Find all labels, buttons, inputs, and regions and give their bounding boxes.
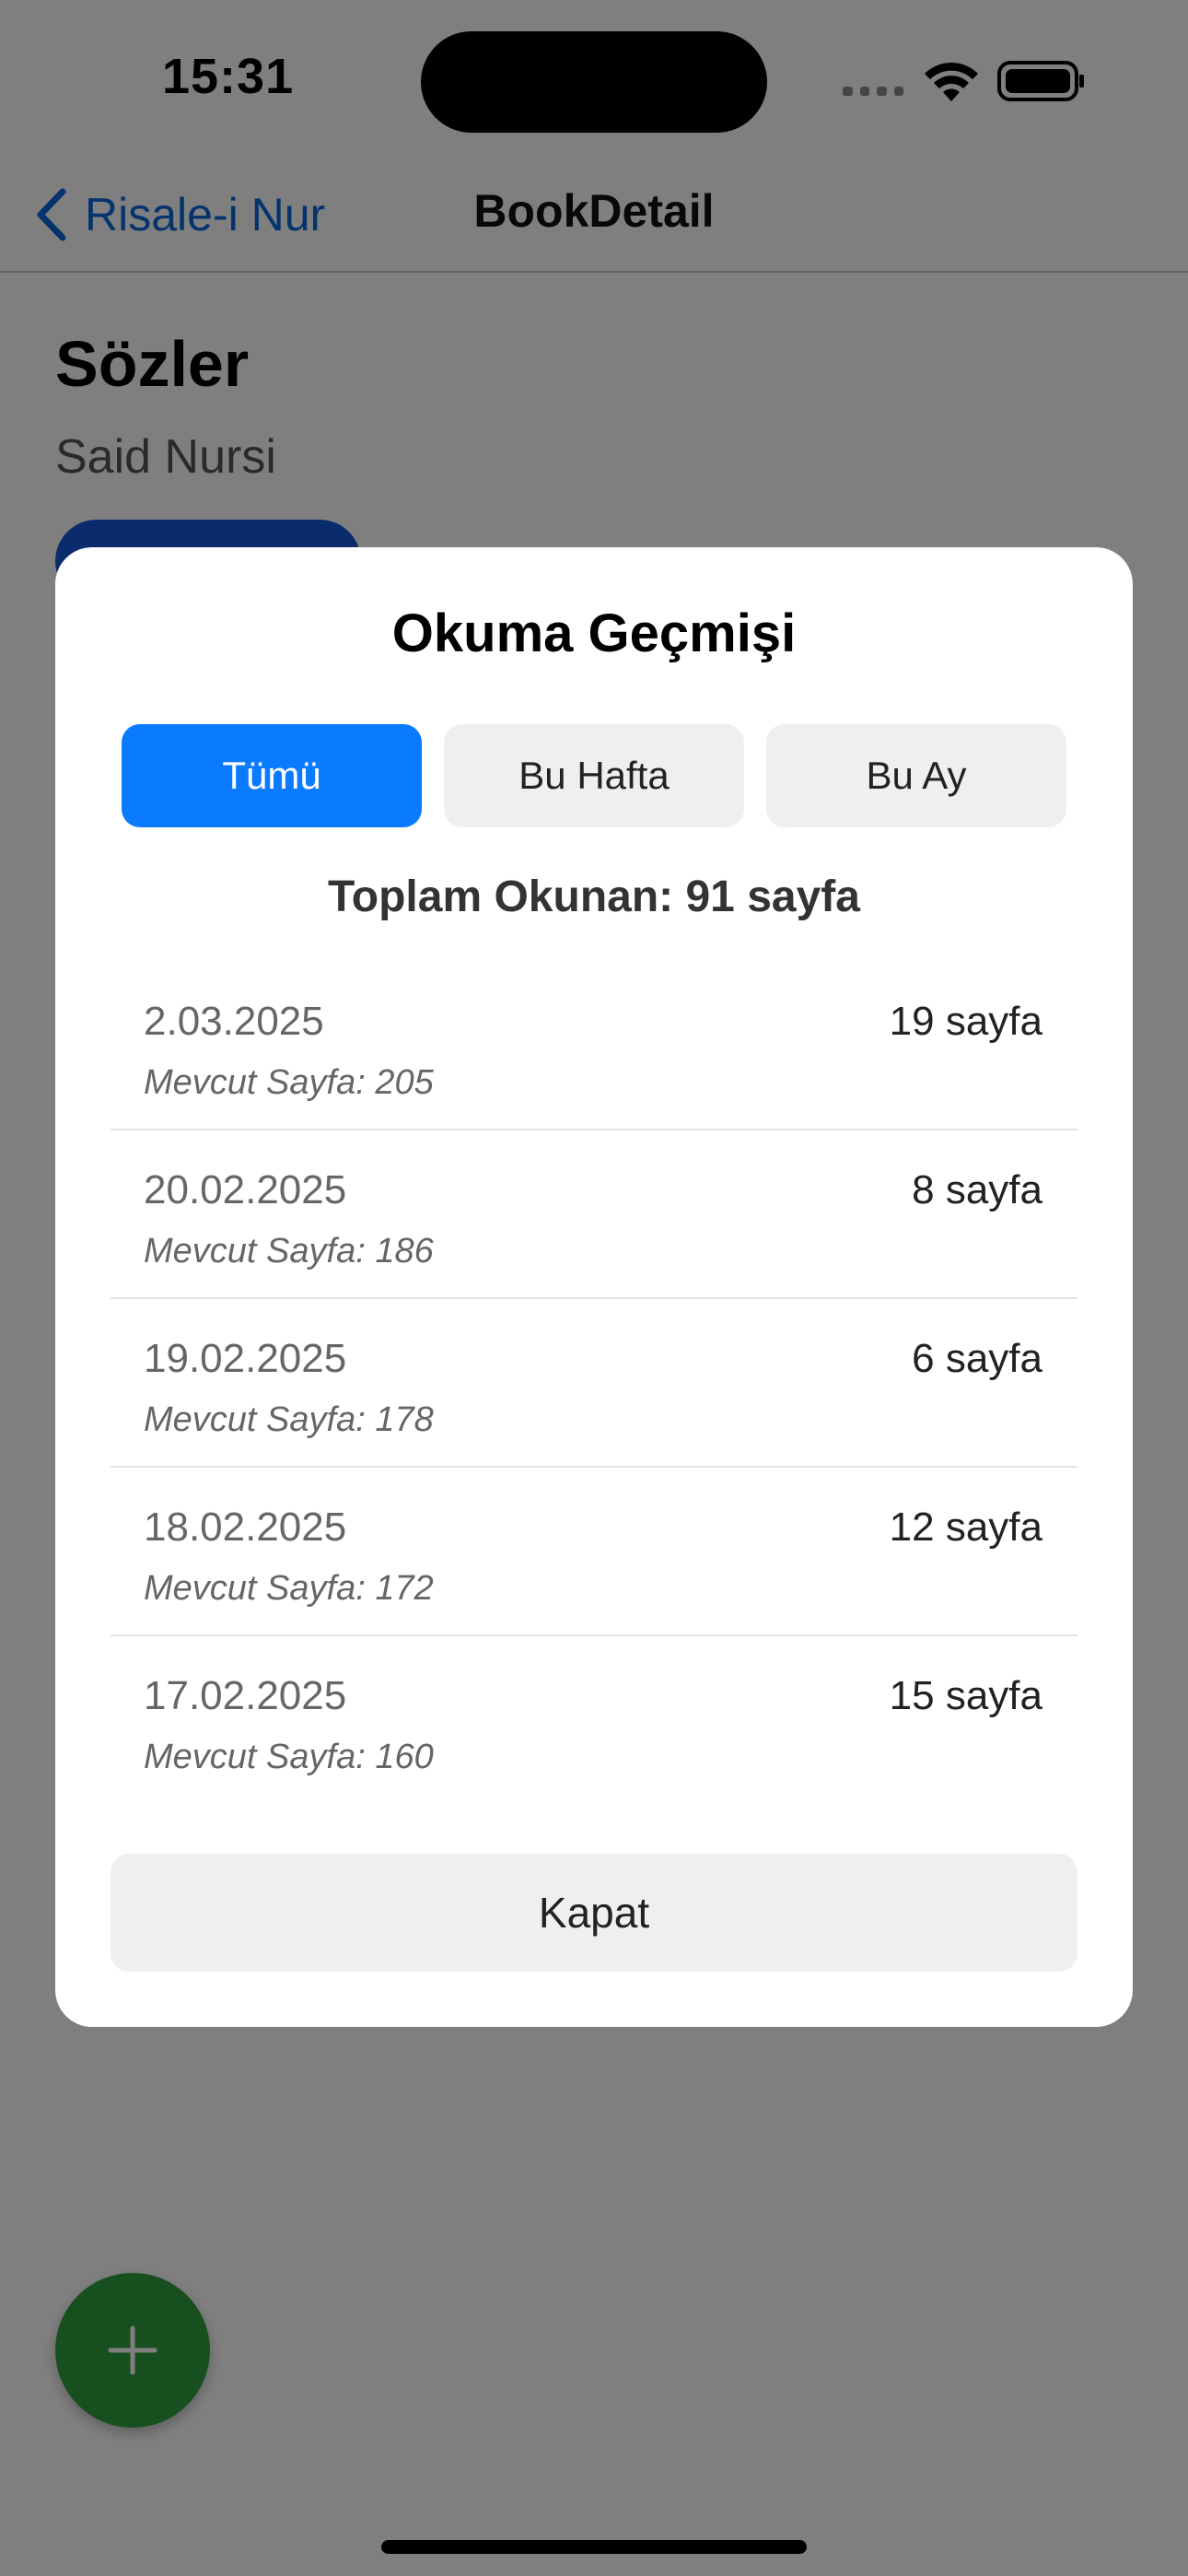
list-item: 18.02.2025 Mevcut Sayfa: 172 12 sayfa xyxy=(111,1468,1077,1636)
entry-pages: 19 sayfa xyxy=(889,999,1042,1044)
modal-title: Okuma Geçmişi xyxy=(391,603,797,663)
entry-date: 20.02.2025 xyxy=(144,1167,347,1212)
entry-current-page: Mevcut Sayfa: 186 xyxy=(144,1232,434,1270)
close-button[interactable]: Kapat xyxy=(111,1854,1077,1972)
list-item: 19.02.2025 Mevcut Sayfa: 178 6 sayfa xyxy=(111,1299,1077,1468)
entry-pages: 6 sayfa xyxy=(912,1336,1042,1381)
entry-date: 2.03.2025 xyxy=(144,999,324,1044)
entry-current-page: Mevcut Sayfa: 172 xyxy=(144,1569,434,1608)
list-item: 20.02.2025 Mevcut Sayfa: 186 8 sayfa xyxy=(111,1130,1077,1299)
entry-current-page: Mevcut Sayfa: 205 xyxy=(144,1063,434,1102)
entry-pages: 15 sayfa xyxy=(889,1673,1042,1718)
list-item: 2.03.2025 Mevcut Sayfa: 205 19 sayfa xyxy=(111,962,1077,1130)
home-indicator[interactable] xyxy=(381,2540,807,2554)
list-item: 17.02.2025 Mevcut Sayfa: 160 15 sayfa xyxy=(111,1636,1077,1803)
tab-this-month[interactable]: Bu Ay xyxy=(766,724,1066,827)
filter-tabs: Tümü Bu Hafta Bu Ay xyxy=(122,724,1066,827)
entry-pages: 8 sayfa xyxy=(912,1167,1042,1212)
total-read: Toplam Okunan: 91 sayfa xyxy=(328,872,860,921)
tab-all[interactable]: Tümü xyxy=(122,724,422,827)
entry-date: 18.02.2025 xyxy=(144,1505,347,1550)
history-list: 2.03.2025 Mevcut Sayfa: 205 19 sayfa 20.… xyxy=(111,962,1077,1803)
tab-this-week[interactable]: Bu Hafta xyxy=(444,724,744,827)
reading-history-modal: Okuma Geçmişi Tümü Bu Hafta Bu Ay Toplam… xyxy=(55,547,1133,2027)
entry-current-page: Mevcut Sayfa: 178 xyxy=(144,1400,434,1439)
entry-pages: 12 sayfa xyxy=(889,1505,1042,1550)
entry-date: 17.02.2025 xyxy=(144,1673,347,1718)
entry-current-page: Mevcut Sayfa: 160 xyxy=(144,1738,434,1776)
entry-date: 19.02.2025 xyxy=(144,1336,347,1381)
